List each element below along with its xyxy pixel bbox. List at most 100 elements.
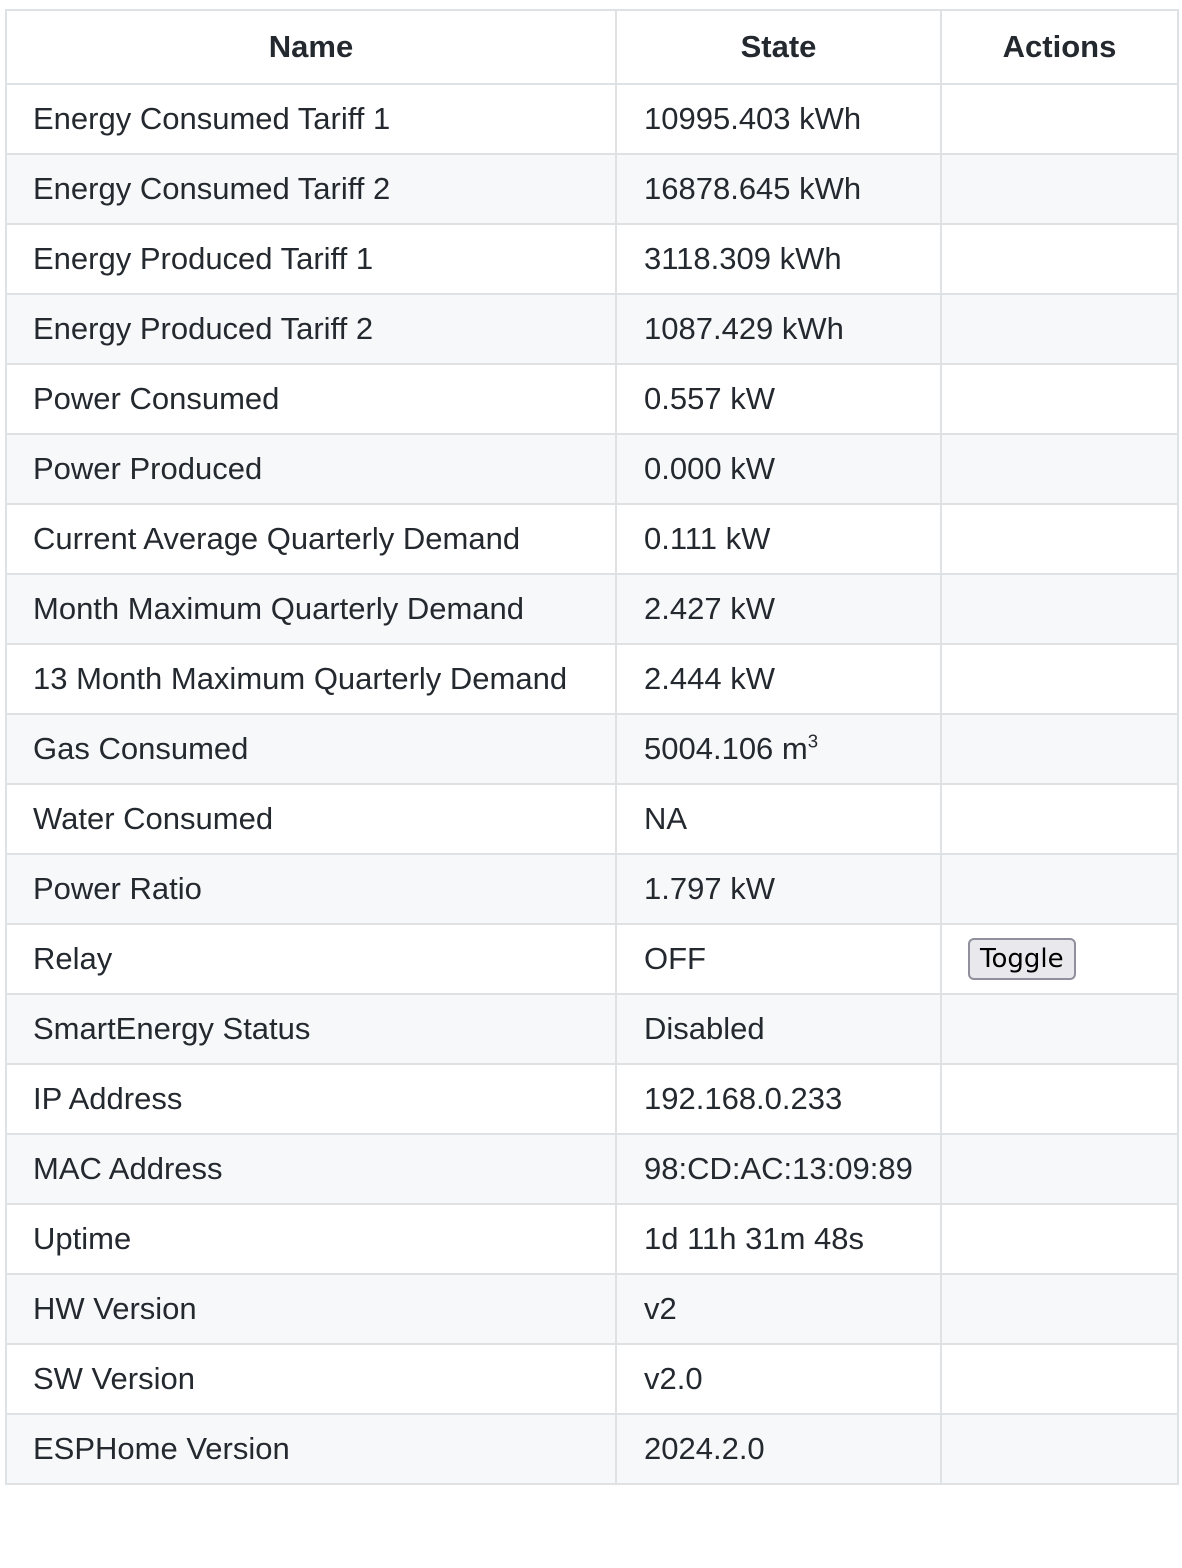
entity-state-cell: 16878.645 kWh [615, 153, 942, 225]
table-row: Power Produced 0.000 kW [5, 433, 1179, 505]
table-row: Uptime 1d 11h 31m 48s [5, 1203, 1179, 1275]
entity-actions-cell [940, 993, 1179, 1065]
entity-name-cell: Power Consumed [5, 363, 617, 435]
entity-table-container: Name State Actions Energy Consumed Tarif… [5, 9, 1179, 1485]
entity-state-value: 0.557 kW [644, 381, 775, 416]
entity-state-cell: 1d 11h 31m 48s [615, 1203, 942, 1275]
entity-state-value: 192.168.0.233 [644, 1081, 843, 1116]
entity-name-cell: MAC Address [5, 1133, 617, 1205]
entity-name-cell: Month Maximum Quarterly Demand [5, 573, 617, 645]
table-row: Energy Consumed Tariff 1 10995.403 kWh [5, 83, 1179, 155]
entity-state-value: NA [644, 801, 688, 836]
entity-state-cell: 10995.403 kWh [615, 83, 942, 155]
table-row: Current Average Quarterly Demand 0.111 kW [5, 503, 1179, 575]
entity-state-cell: 2.427 kW [615, 573, 942, 645]
entity-actions-cell [940, 153, 1179, 225]
entity-state-value: 2.444 kW [644, 661, 775, 696]
table-row: Energy Produced Tariff 2 1087.429 kWh [5, 293, 1179, 365]
table-row: HW Version v2 [5, 1273, 1179, 1345]
table-row: Month Maximum Quarterly Demand 2.427 kW [5, 573, 1179, 645]
entity-state-value: 0.111 kW [644, 521, 771, 556]
table-row: 13 Month Maximum Quarterly Demand 2.444 k… [5, 643, 1179, 715]
entity-state-cell: 192.168.0.233 [615, 1063, 942, 1135]
entity-actions-cell [940, 1133, 1179, 1205]
table-header: Name State Actions [5, 9, 1179, 85]
entity-state-value: 1d 11h 31m 48s [644, 1221, 865, 1256]
entity-actions-cell [940, 363, 1179, 435]
entity-state-cell: 3118.309 kWh [615, 223, 942, 295]
entity-state-cell: 5004.106 m3 [615, 713, 942, 785]
entity-state-value: 10995.403 kWh [644, 101, 862, 136]
entity-actions-cell [940, 223, 1179, 295]
entity-state-value: 1087.429 kWh [644, 311, 844, 346]
entity-name-cell: Relay [5, 923, 617, 995]
entity-state-value: v2.0 [644, 1361, 703, 1396]
table-row: Energy Produced Tariff 1 3118.309 kWh [5, 223, 1179, 295]
entity-actions-cell [940, 293, 1179, 365]
entity-actions-cell [940, 1273, 1179, 1345]
entity-state-value: 3118.309 kWh [644, 241, 842, 276]
table-row: SmartEnergy Status Disabled [5, 993, 1179, 1065]
entity-state-value: 98:CD:AC:13:09:89 [644, 1151, 913, 1186]
entity-name-cell: HW Version [5, 1273, 617, 1345]
entity-actions-cell [940, 1413, 1179, 1485]
entity-state-cell: 98:CD:AC:13:09:89 [615, 1133, 942, 1205]
entity-state-cell: Disabled [615, 993, 942, 1065]
table-row: IP Address 192.168.0.233 [5, 1063, 1179, 1135]
entity-name-cell: Energy Produced Tariff 2 [5, 293, 617, 365]
entity-state-cell: v2 [615, 1273, 942, 1345]
table-row: ESPHome Version 2024.2.0 [5, 1413, 1179, 1485]
entity-state-cell: 1087.429 kWh [615, 293, 942, 365]
entity-state-cell: 2024.2.0 [615, 1413, 942, 1485]
entity-actions-cell [940, 433, 1179, 505]
entity-actions-cell [940, 853, 1179, 925]
entity-actions-cell [940, 1343, 1179, 1415]
table-row: MAC Address 98:CD:AC:13:09:89 [5, 1133, 1179, 1205]
relay-toggle-button[interactable]: Toggle [968, 938, 1076, 980]
entity-state-cell: 1.797 kW [615, 853, 942, 925]
entity-name-cell: SmartEnergy Status [5, 993, 617, 1065]
table-row: Water Consumed NA [5, 783, 1179, 855]
table-row: Gas Consumed 5004.106 m3 [5, 713, 1179, 785]
table-row: Relay OFF Toggle [5, 923, 1179, 995]
entity-actions-cell [940, 1203, 1179, 1275]
entity-name-cell: Gas Consumed [5, 713, 617, 785]
entity-name-cell: SW Version [5, 1343, 617, 1415]
entity-state-cell: 0.557 kW [615, 363, 942, 435]
entity-actions-cell [940, 713, 1179, 785]
entity-actions-cell [940, 783, 1179, 855]
table-row: SW Version v2.0 [5, 1343, 1179, 1415]
entity-actions-cell [940, 1063, 1179, 1135]
entity-name-cell: Energy Consumed Tariff 2 [5, 153, 617, 225]
entity-state-value: 2024.2.0 [644, 1431, 765, 1466]
column-header-name: Name [5, 9, 617, 85]
entity-actions-cell [940, 643, 1179, 715]
entity-name-cell: Uptime [5, 1203, 617, 1275]
entity-name-cell: IP Address [5, 1063, 617, 1135]
unit-superscript: 3 [807, 730, 819, 752]
entity-actions-cell [940, 503, 1179, 575]
entity-state-cell: NA [615, 783, 942, 855]
entity-state-value: 1.797 kW [644, 871, 775, 906]
entity-name-cell: ESPHome Version [5, 1413, 617, 1485]
table-body: Energy Consumed Tariff 1 10995.403 kWh Ene… [5, 83, 1179, 1485]
entity-state-cell: v2.0 [615, 1343, 942, 1415]
entity-state-value: v2 [644, 1291, 677, 1326]
entity-state-value: 16878.645 kWh [644, 171, 862, 206]
table-row: Power Ratio 1.797 kW [5, 853, 1179, 925]
entity-table: Name State Actions Energy Consumed Tarif… [5, 9, 1179, 1485]
entity-state-cell: OFF [615, 923, 942, 995]
table-row: Energy Consumed Tariff 2 16878.645 kWh [5, 153, 1179, 225]
entity-actions-cell [940, 83, 1179, 155]
entity-name-cell: Power Ratio [5, 853, 617, 925]
entity-name-cell: Water Consumed [5, 783, 617, 855]
entity-name-cell: Power Produced [5, 433, 617, 505]
entity-name-cell: Current Average Quarterly Demand [5, 503, 617, 575]
column-header-state: State [615, 9, 942, 85]
entity-state-value: OFF [644, 941, 706, 976]
entity-name-cell: Energy Consumed Tariff 1 [5, 83, 617, 155]
entity-state-cell: 2.444 kW [615, 643, 942, 715]
entity-actions-cell [940, 573, 1179, 645]
entity-state-value: 5004.106 m [644, 731, 808, 766]
entity-state-value: 2.427 kW [644, 591, 775, 626]
